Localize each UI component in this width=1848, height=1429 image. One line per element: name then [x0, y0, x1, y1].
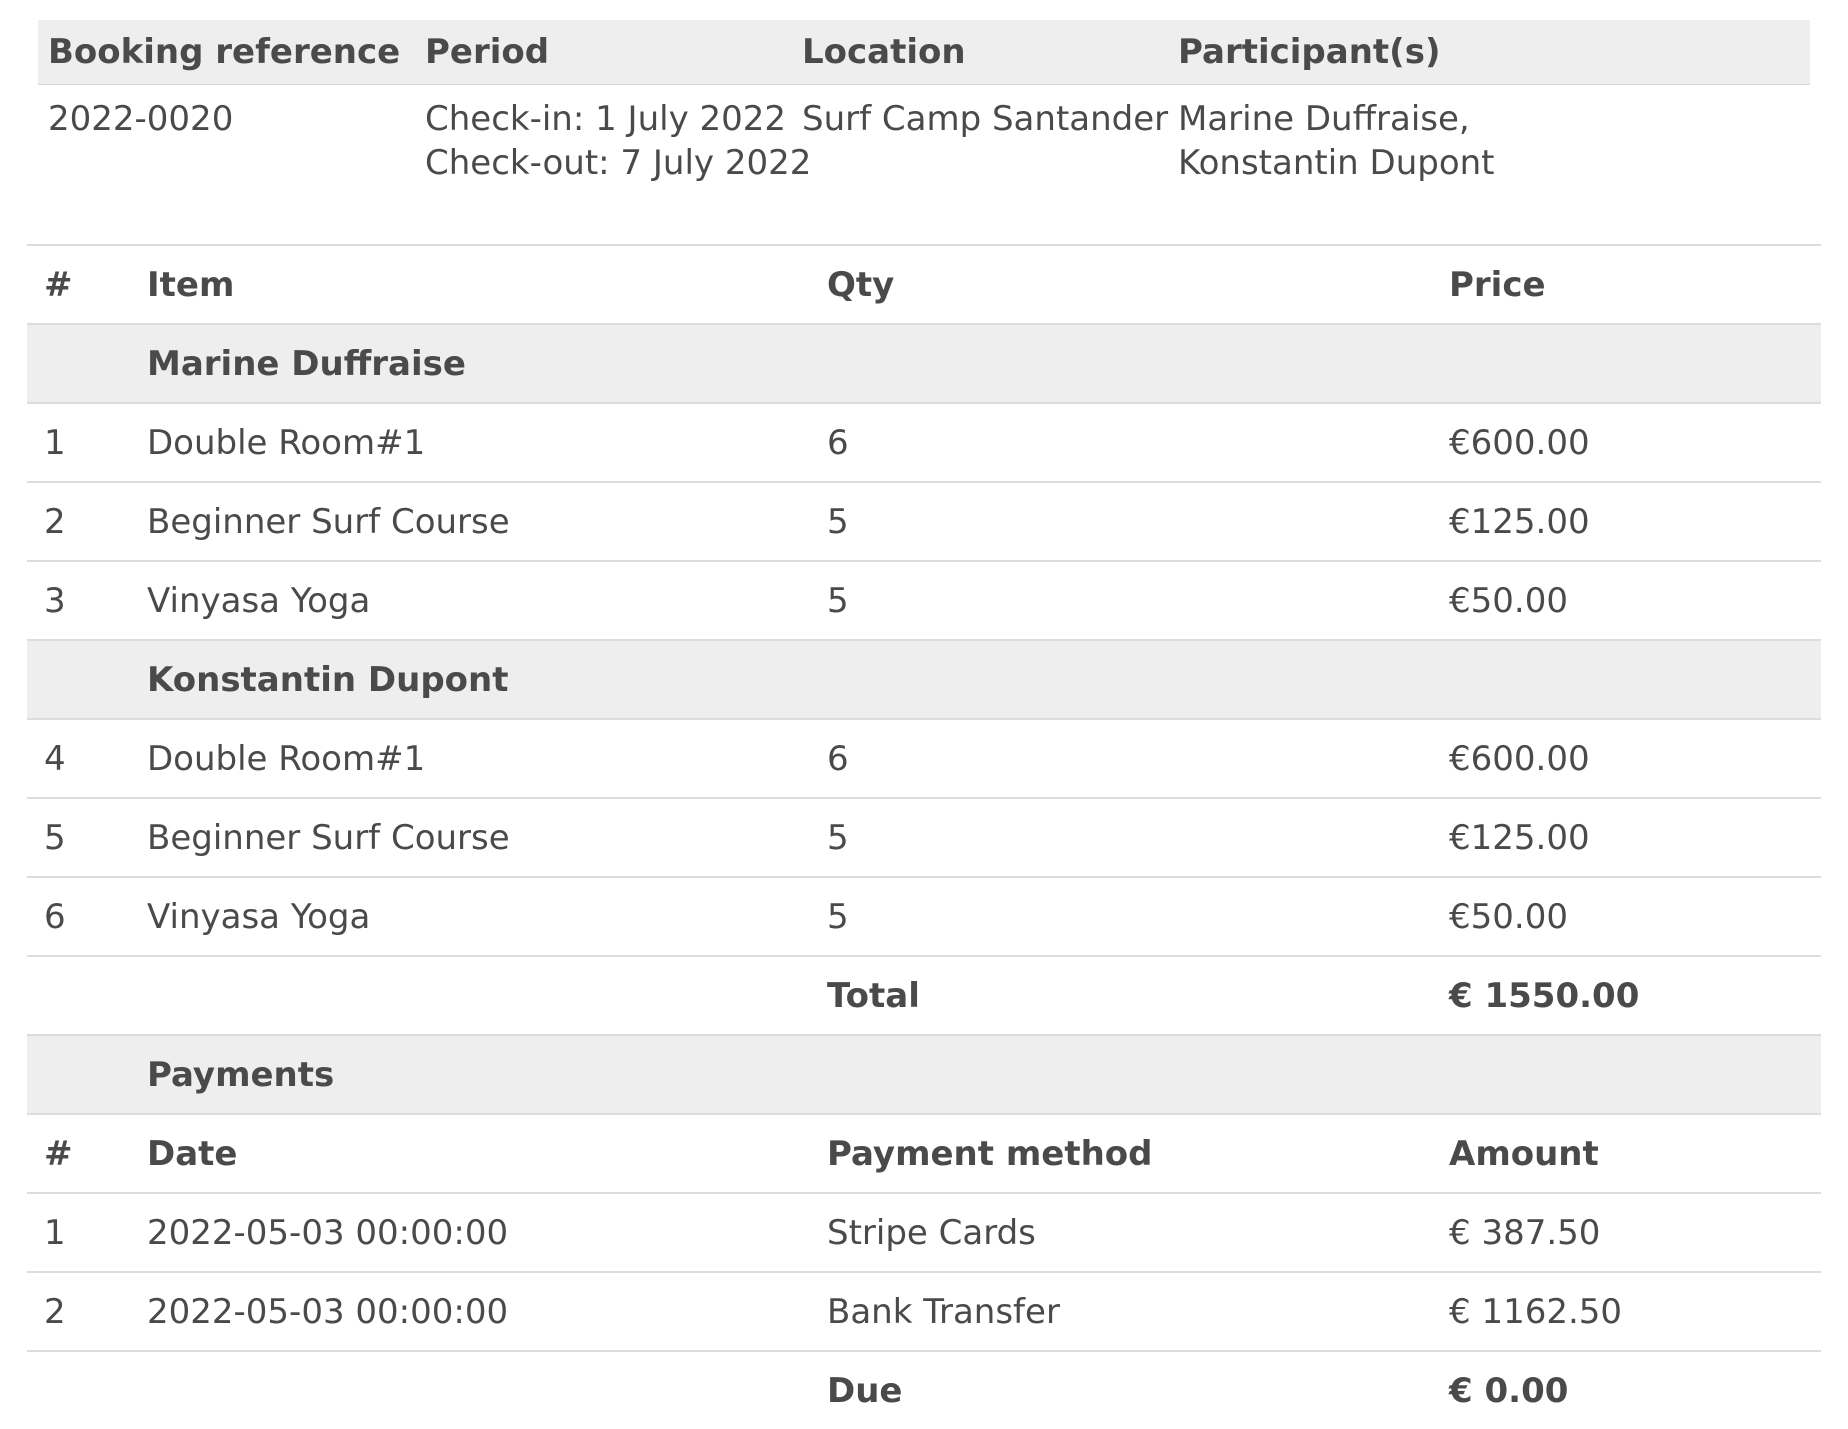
- header-item: Item: [130, 244, 810, 324]
- row-number: 4: [27, 718, 130, 798]
- payments-title: Payments: [130, 1034, 810, 1114]
- payment-number: 2: [27, 1271, 130, 1351]
- items-table: # Item Qty Price Marine Duffraise 1 Doub…: [27, 244, 1821, 1429]
- row-price: €125.00: [1432, 797, 1821, 877]
- booking-reference: 2022-0020: [38, 85, 415, 186]
- table-row: 5 Beginner Surf Course 5 €125.00: [27, 797, 1821, 877]
- row-item: Vinyasa Yoga: [130, 560, 810, 640]
- payment-date: 2022-05-03 00:00:00: [130, 1271, 810, 1351]
- payment-amount: € 387.50: [1432, 1192, 1821, 1272]
- due-label: Due: [810, 1350, 1432, 1429]
- check-out: Check-out: 7 July 2022: [425, 143, 812, 183]
- row-qty: 5: [810, 797, 1432, 877]
- row-qty: 5: [810, 560, 1432, 640]
- row-item: Double Room#1: [130, 402, 810, 482]
- participant-group-row: Marine Duffraise: [27, 323, 1821, 403]
- table-row: 6 Vinyasa Yoga 5 €50.00: [27, 876, 1821, 956]
- payment-number: 1: [27, 1192, 130, 1272]
- row-number: 6: [27, 876, 130, 956]
- payments-header-amount: Amount: [1432, 1113, 1821, 1193]
- due-row: Due € 0.00: [27, 1350, 1821, 1429]
- participant-1: Marine Duffraise,: [1178, 99, 1470, 139]
- row-item: Beginner Surf Course: [130, 797, 810, 877]
- location: Surf Camp Santander: [792, 85, 1168, 186]
- header-participants: Participant(s): [1168, 20, 1810, 85]
- row-price: €600.00: [1432, 402, 1821, 482]
- payments-header-method: Payment method: [810, 1113, 1432, 1193]
- payment-amount: € 1162.50: [1432, 1271, 1821, 1351]
- payments-header-row: # Date Payment method Amount: [27, 1113, 1821, 1193]
- participant-group-name: Konstantin Dupont: [130, 639, 810, 719]
- header-booking-reference: Booking reference: [38, 20, 415, 85]
- location-value: Surf Camp Santander: [802, 99, 1169, 139]
- row-number: 2: [27, 481, 130, 561]
- row-price: €125.00: [1432, 481, 1821, 561]
- row-price: €50.00: [1432, 876, 1821, 956]
- payments-section-row: Payments: [27, 1034, 1821, 1114]
- header-price: Price: [1432, 244, 1821, 324]
- booking-invoice: Booking reference Period Location Partic…: [0, 0, 1848, 1429]
- row-number: 1: [27, 402, 130, 482]
- payments-header-date: Date: [130, 1113, 810, 1193]
- header-number: #: [27, 244, 130, 324]
- row-qty: 5: [810, 481, 1432, 561]
- table-row: 1 Double Room#1 6 €600.00: [27, 402, 1821, 482]
- summary-header-row: Booking reference Period Location Partic…: [38, 20, 1810, 85]
- payment-method: Bank Transfer: [810, 1271, 1432, 1351]
- row-item: Vinyasa Yoga: [130, 876, 810, 956]
- payment-row: 1 2022-05-03 00:00:00 Stripe Cards € 387…: [27, 1192, 1821, 1272]
- participant-group-name: Marine Duffraise: [130, 323, 810, 403]
- total-row: Total € 1550.00: [27, 955, 1821, 1035]
- row-price: €50.00: [1432, 560, 1821, 640]
- row-number: 5: [27, 797, 130, 877]
- row-qty: 6: [810, 718, 1432, 798]
- row-qty: 5: [810, 876, 1432, 956]
- total-label: Total: [810, 955, 1432, 1035]
- row-item: Double Room#1: [130, 718, 810, 798]
- summary-row: 2022-0020 Check-in: 1 July 2022 Check-ou…: [38, 85, 1810, 186]
- row-price: €600.00: [1432, 718, 1821, 798]
- row-item: Beginner Surf Course: [130, 481, 810, 561]
- payment-date: 2022-05-03 00:00:00: [130, 1192, 810, 1272]
- booking-reference-value: 2022-0020: [48, 99, 234, 139]
- row-qty: 6: [810, 402, 1432, 482]
- due-value: € 0.00: [1432, 1350, 1821, 1429]
- header-period: Period: [415, 20, 792, 85]
- header-qty: Qty: [810, 244, 1432, 324]
- row-number: 3: [27, 560, 130, 640]
- participants: Marine Duffraise, Konstantin Dupont: [1168, 85, 1810, 186]
- booking-summary-table: Booking reference Period Location Partic…: [38, 20, 1810, 185]
- check-in: Check-in: 1 July 2022: [425, 99, 787, 139]
- table-row: 3 Vinyasa Yoga 5 €50.00: [27, 560, 1821, 640]
- items-header-row: # Item Qty Price: [27, 244, 1821, 324]
- table-row: 2 Beginner Surf Course 5 €125.00: [27, 481, 1821, 561]
- period: Check-in: 1 July 2022 Check-out: 7 July …: [415, 85, 812, 186]
- participant-group-row: Konstantin Dupont: [27, 639, 1821, 719]
- participant-2: Konstantin Dupont: [1178, 143, 1495, 183]
- payment-method: Stripe Cards: [810, 1192, 1432, 1272]
- payment-row: 2 2022-05-03 00:00:00 Bank Transfer € 11…: [27, 1271, 1821, 1351]
- header-location: Location: [792, 20, 1168, 85]
- payments-header-number: #: [27, 1113, 130, 1193]
- total-value: € 1550.00: [1432, 955, 1821, 1035]
- table-row: 4 Double Room#1 6 €600.00: [27, 718, 1821, 798]
